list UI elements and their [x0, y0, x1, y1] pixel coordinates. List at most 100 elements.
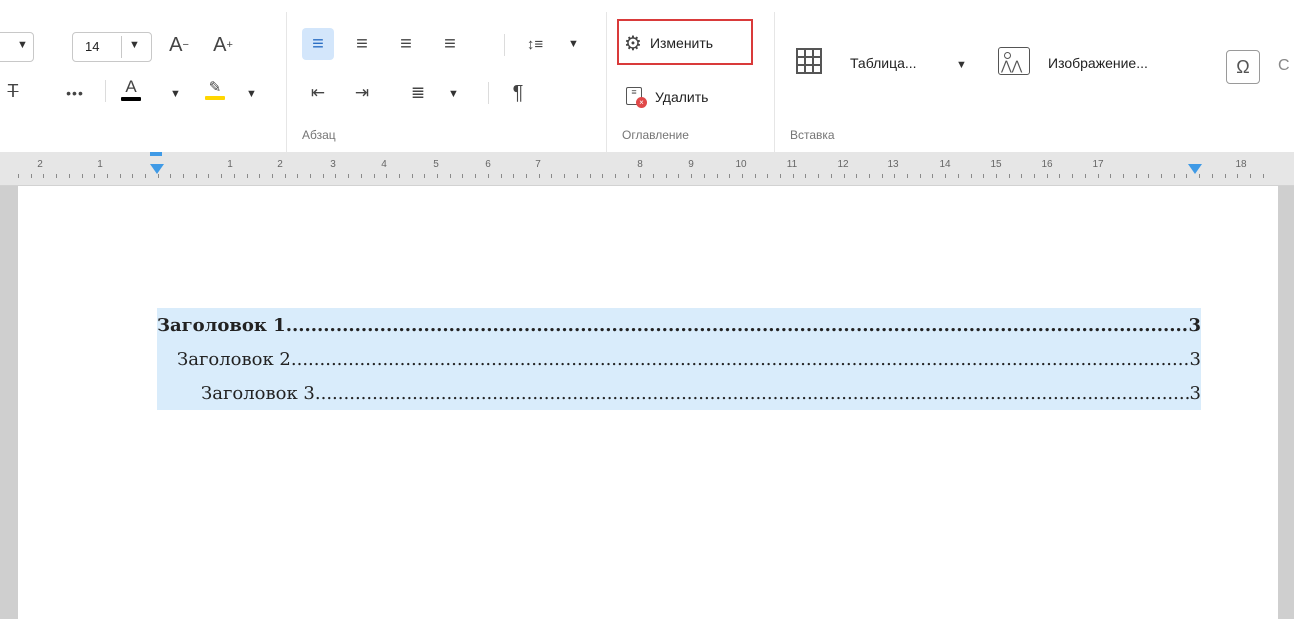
- ruler-tick: [856, 174, 857, 178]
- ruler-tick: [1250, 174, 1251, 178]
- ruler-tick: [43, 174, 44, 178]
- ruler-tick: [399, 174, 400, 178]
- toc-entry-level-3[interactable]: Заголовок 3 3: [157, 376, 1201, 410]
- ruler-tick: [1123, 174, 1124, 178]
- ruler-tick: [526, 174, 527, 178]
- decrease-indent-icon[interactable]: ⇤: [302, 78, 334, 108]
- ruler-tick: [1212, 174, 1213, 178]
- ruler-tick: [755, 174, 756, 178]
- ruler-tick: [501, 174, 502, 178]
- ruler-tick: [882, 174, 883, 178]
- font-color-icon[interactable]: A: [116, 74, 146, 104]
- increase-indent-icon[interactable]: ⇥: [346, 78, 378, 108]
- ruler-tick: [170, 174, 171, 178]
- align-right-icon[interactable]: ≡: [390, 28, 422, 60]
- ruler-number: 15: [990, 159, 1002, 170]
- ruler-tick: [1009, 174, 1010, 178]
- line-spacing-icon[interactable]: ↕≡: [518, 28, 552, 60]
- toc-entry-level-2[interactable]: Заголовок 2 3: [157, 342, 1201, 376]
- ruler-tick: [1136, 174, 1137, 178]
- ruler-tick: [297, 174, 298, 178]
- first-line-indent-marker[interactable]: [150, 152, 162, 156]
- ruler-tick: [310, 174, 311, 178]
- ruler-tick: [323, 174, 324, 178]
- toc-entry-page: 3: [1189, 382, 1201, 404]
- chevron-down-icon[interactable]: ▼: [956, 59, 967, 71]
- more-options-icon[interactable]: •••: [60, 80, 90, 106]
- align-left-icon[interactable]: ≡: [302, 28, 334, 60]
- insert-table-button[interactable]: Таблица...: [850, 52, 917, 74]
- gear-icon: ⚙: [624, 32, 642, 55]
- chevron-down-icon: ▼: [129, 39, 140, 51]
- ruler-tick: [272, 174, 273, 178]
- ruler-tick: [1263, 174, 1264, 178]
- group-divider: [774, 12, 775, 152]
- strikethrough-icon[interactable]: T: [2, 78, 24, 104]
- delete-toc-icon: ≡ ×: [626, 86, 647, 108]
- right-indent-marker[interactable]: [1188, 164, 1202, 174]
- toc-leader: [286, 315, 1189, 336]
- chevron-down-icon[interactable]: ▼: [448, 88, 459, 100]
- ruler-number: 5: [433, 159, 439, 170]
- align-center-icon[interactable]: ≡: [346, 28, 378, 60]
- ruler-tick: [94, 174, 95, 178]
- ruler-tick: [717, 174, 718, 178]
- ruler-tick: [132, 174, 133, 178]
- ruler-tick: [666, 174, 667, 178]
- paragraph-group-label: Абзац: [302, 128, 336, 142]
- insert-image-button[interactable]: Изображение...: [1048, 52, 1148, 74]
- chevron-down-icon: ▼: [17, 39, 28, 51]
- toc-entry-title: Заголовок 3: [201, 382, 315, 404]
- insert-table-label: Таблица...: [850, 55, 917, 71]
- ruler-tick: [475, 174, 476, 178]
- group-divider: [286, 12, 287, 152]
- ruler-tick: [932, 174, 933, 178]
- ruler-tick: [1059, 174, 1060, 178]
- chevron-down-icon[interactable]: ▼: [246, 88, 257, 100]
- ruler-tick: [1072, 174, 1073, 178]
- delete-toc-button[interactable]: ≡ × Удалить: [626, 82, 708, 112]
- ruler-tick: [1021, 174, 1022, 178]
- ruler-number: 8: [637, 159, 643, 170]
- ruler-tick: [107, 174, 108, 178]
- ruler-tick: [729, 174, 730, 178]
- toc-entry-page: 3: [1189, 348, 1201, 370]
- ruler-tick: [704, 174, 705, 178]
- ruler-tick: [234, 174, 235, 178]
- omega-symbol-icon[interactable]: Ω: [1226, 50, 1260, 84]
- justify-icon[interactable]: ≡: [434, 28, 466, 60]
- chevron-down-icon[interactable]: ▼: [568, 38, 579, 50]
- chevron-down-icon[interactable]: ▼: [170, 88, 181, 100]
- toc-entry-level-1[interactable]: Заголовок 1 3: [157, 308, 1201, 342]
- ruler-tick: [285, 174, 286, 178]
- decrease-font-size-icon[interactable]: A −: [162, 30, 196, 60]
- ruler-tick: [1034, 174, 1035, 178]
- ruler-tick: [793, 174, 794, 178]
- image-icon[interactable]: ⋀⋀: [996, 44, 1032, 78]
- ruler-tick: [539, 174, 540, 178]
- table-icon[interactable]: [792, 44, 826, 78]
- insert-image-label: Изображение...: [1048, 55, 1148, 71]
- pilcrow-icon[interactable]: ¶: [502, 78, 534, 108]
- ruler-tick: [920, 174, 921, 178]
- ruler-tick: [361, 174, 362, 178]
- left-indent-marker[interactable]: [150, 164, 164, 174]
- ruler-tick: [183, 174, 184, 178]
- increase-font-size-icon[interactable]: A +: [206, 30, 240, 60]
- ruler-number: 14: [939, 159, 951, 170]
- ruler-tick: [221, 174, 222, 178]
- edit-toc-button[interactable]: ⚙ Изменить: [624, 28, 713, 58]
- ruler-tick: [831, 174, 832, 178]
- paragraph-spacing-icon[interactable]: ≣: [402, 78, 434, 108]
- ruler-tick: [780, 174, 781, 178]
- partial-next-icon[interactable]: C: [1278, 50, 1294, 82]
- ruler-tick: [615, 174, 616, 178]
- ruler-tick: [678, 174, 679, 178]
- font-name-dropdown[interactable]: ▼: [0, 32, 34, 62]
- ruler-tick: [1186, 174, 1187, 178]
- font-size-dropdown[interactable]: 14 ▼: [72, 32, 152, 62]
- divider: [504, 34, 505, 56]
- ruler-tick: [1161, 174, 1162, 178]
- highlight-color-icon[interactable]: ✎: [200, 74, 230, 104]
- ruler-number: 17: [1092, 159, 1104, 170]
